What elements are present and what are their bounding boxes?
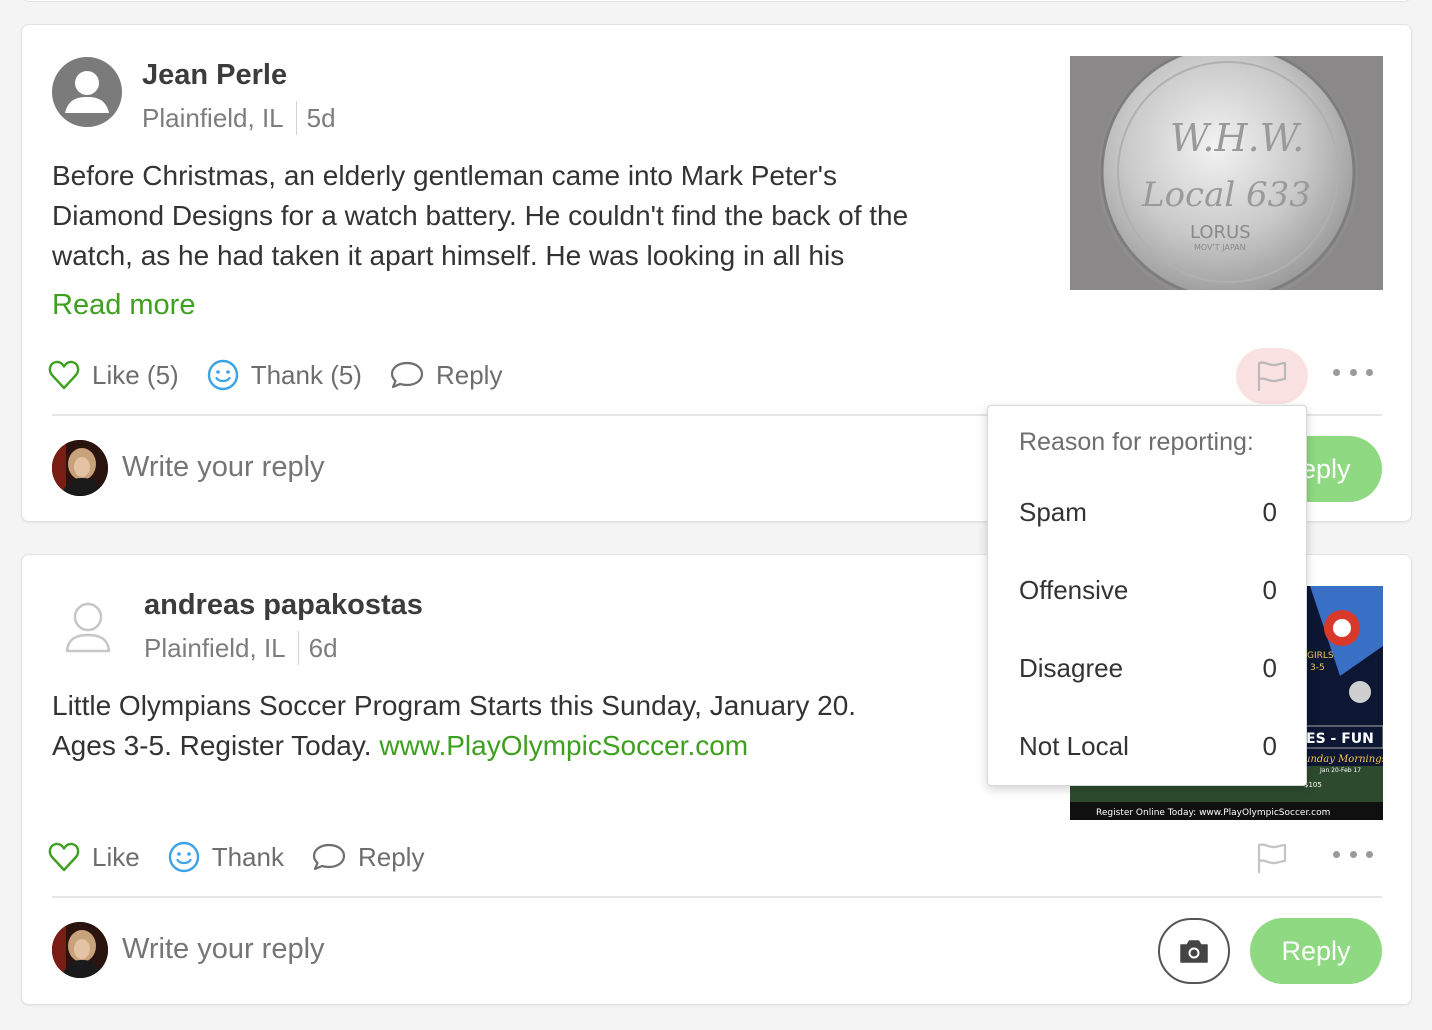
post-body-line: Ages 3-5. Register Today. www.PlayOlympi… <box>52 726 1052 766</box>
author-name[interactable]: andreas papakostas <box>144 589 423 622</box>
flyer-text: Jan 20-Feb 17 <box>1319 767 1361 774</box>
smile-icon <box>207 359 238 391</box>
user-icon <box>65 602 111 653</box>
current-user-avatar <box>52 922 108 978</box>
more-options-button[interactable] <box>1333 362 1373 382</box>
post-body-line: watch, as he had taken it apart himself.… <box>52 240 845 271</box>
report-option-label: Not Local <box>1019 730 1129 761</box>
divider <box>52 896 1382 898</box>
author-avatar[interactable] <box>52 587 124 659</box>
report-option-spam[interactable]: Spam 0 <box>1019 492 1277 532</box>
report-reason-menu: Reason for reporting: Spam 0 Offensive 0… <box>987 405 1307 786</box>
post-body-line: Before Christmas, an elderly gentleman c… <box>52 160 838 191</box>
report-option-not-local[interactable]: Not Local 0 <box>1019 726 1277 766</box>
reply-action-button[interactable]: Reply <box>312 842 424 873</box>
reply-action-label: Reply <box>435 359 503 390</box>
reply-action-label: Reply <box>357 841 425 872</box>
reply-input[interactable] <box>122 927 922 971</box>
post-meta: Plainfield, IL 5d <box>142 101 336 135</box>
engraving-text: Local 633 <box>1141 175 1311 215</box>
post-meta: Plainfield, IL 6d <box>144 631 338 665</box>
reply-action-button[interactable]: Reply <box>390 360 502 391</box>
user-icon <box>65 71 109 113</box>
previous-post-card <box>21 0 1412 2</box>
flyer-text: Register Online Today: www.PlayOlympicSo… <box>1096 808 1330 818</box>
post-body-line: Diamond Designs for a watch battery. He … <box>52 200 909 231</box>
post-body-line: Little Olympians Soccer Program Starts t… <box>52 690 857 721</box>
flyer-text: 3-5 <box>1310 663 1325 673</box>
thank-button[interactable]: Thank <box>168 841 284 873</box>
camera-icon <box>1180 940 1208 963</box>
report-option-label: Offensive <box>1019 574 1129 605</box>
reply-input[interactable] <box>122 445 922 489</box>
post-actions: Like Thank Reply <box>48 841 452 873</box>
author-name[interactable]: Jean Perle <box>142 59 287 92</box>
flag-icon <box>1257 361 1287 391</box>
flyer-text: ES - FUN <box>1306 731 1374 747</box>
flag-icon <box>1257 843 1287 873</box>
thank-label: Thank (5) <box>250 359 362 390</box>
author-avatar[interactable] <box>52 57 122 127</box>
more-icon <box>1333 368 1340 376</box>
heart-icon <box>48 842 80 872</box>
report-menu-header: Reason for reporting: <box>1019 428 1254 456</box>
post-image[interactable]: W.H.W. Local 633 LORUS MOV'T JAPAN <box>1070 56 1383 290</box>
brand-text: LORUS <box>1190 222 1251 243</box>
author-location[interactable]: Plainfield, IL <box>142 103 284 134</box>
thank-button[interactable]: Thank (5) <box>207 359 362 391</box>
report-option-offensive[interactable]: Offensive 0 <box>1019 570 1277 610</box>
post-age: 5d <box>306 102 336 133</box>
smile-icon <box>168 841 199 873</box>
like-label: Like <box>92 841 140 872</box>
meta-divider <box>295 101 297 135</box>
report-button[interactable] <box>1236 830 1308 886</box>
report-option-label: Disagree <box>1019 652 1124 683</box>
post-body-text: Ages 3-5. Register Today. <box>52 730 380 761</box>
report-button[interactable] <box>1236 348 1308 404</box>
author-location[interactable]: Plainfield, IL <box>144 633 286 664</box>
post-age: 6d <box>308 632 338 663</box>
like-button[interactable]: Like (5) <box>48 360 179 391</box>
post-body: Before Christmas, an elderly gentleman c… <box>52 156 1042 276</box>
flyer-text: GIRLS <box>1307 651 1334 661</box>
comment-icon <box>390 361 424 389</box>
post-actions: Like (5) Thank (5) Reply <box>48 359 530 391</box>
current-user-avatar <box>52 440 108 496</box>
heart-icon <box>48 360 80 390</box>
report-option-count: 0 <box>1262 574 1277 605</box>
reply-submit-button[interactable]: Reply <box>1250 918 1382 984</box>
comment-icon <box>312 843 346 871</box>
add-photo-button[interactable] <box>1158 918 1230 984</box>
post-link[interactable]: www.PlayOlympicSoccer.com <box>379 730 748 761</box>
meta-divider <box>297 631 299 665</box>
engraving-text: W.H.W. <box>1170 116 1304 160</box>
thank-label: Thank <box>211 841 284 872</box>
like-label: Like (5) <box>92 359 179 390</box>
brand-text: MOV'T JAPAN <box>1194 243 1246 252</box>
post-body: Little Olympians Soccer Program Starts t… <box>52 686 1052 766</box>
flyer-text: unday Mornings <box>1304 754 1383 765</box>
report-option-count: 0 <box>1262 730 1277 761</box>
report-option-count: 0 <box>1262 652 1277 683</box>
report-option-count: 0 <box>1262 496 1277 527</box>
report-option-disagree[interactable]: Disagree 0 <box>1019 648 1277 688</box>
more-icon <box>1333 850 1340 858</box>
more-options-button[interactable] <box>1333 844 1373 864</box>
read-more-link[interactable]: Read more <box>52 289 195 322</box>
like-button[interactable]: Like <box>48 842 140 873</box>
report-option-label: Spam <box>1019 496 1087 527</box>
